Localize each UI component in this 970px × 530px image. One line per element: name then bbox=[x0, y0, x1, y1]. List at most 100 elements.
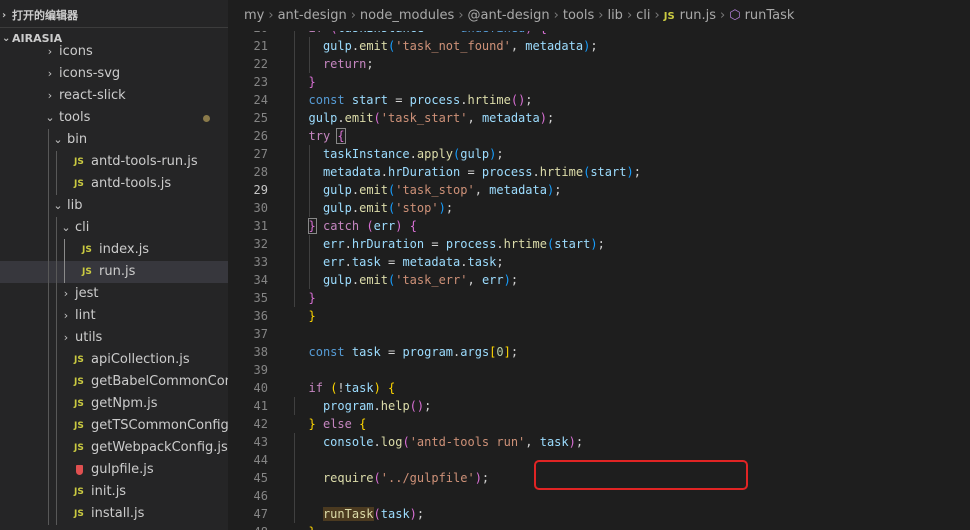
indent-guide bbox=[294, 199, 295, 217]
indent-guide bbox=[294, 181, 295, 199]
code-area[interactable]: 20if (taskInstance === undefined) {21 gu… bbox=[228, 19, 970, 530]
js-file-icon: JS bbox=[74, 355, 84, 365]
breadcrumb-item[interactable]: lib bbox=[607, 8, 622, 23]
tree-file-item[interactable]: gulpfile.js bbox=[0, 459, 228, 481]
tree-file-item[interactable]: JS getTSCommonConfig.js bbox=[0, 415, 228, 437]
line-number: 31 bbox=[253, 219, 268, 233]
tree-folder-item[interactable]: › icons bbox=[0, 41, 228, 63]
indent-guide bbox=[48, 415, 49, 437]
code-text: } bbox=[308, 309, 316, 323]
tree-item-label: install.js bbox=[91, 506, 145, 521]
chevron-right-icon: › bbox=[63, 331, 69, 344]
tree-folder-item[interactable]: ⌄ cli bbox=[0, 217, 228, 239]
indent-guide bbox=[294, 55, 295, 73]
code-line[interactable]: 42} else { bbox=[228, 415, 970, 433]
tree-folder-item[interactable]: › lint bbox=[0, 305, 228, 327]
code-line[interactable]: 23} bbox=[228, 73, 970, 91]
tree-folder-item[interactable]: ⌄ bin bbox=[0, 129, 228, 151]
line-number: 43 bbox=[253, 435, 268, 449]
code-line[interactable]: 47 runTask(task); bbox=[228, 505, 970, 523]
code-line[interactable]: 35} bbox=[228, 289, 970, 307]
tree-folder-item[interactable]: › jest bbox=[0, 283, 228, 305]
code-line[interactable]: 33 err.task = metadata.task; bbox=[228, 253, 970, 271]
tree-file-item[interactable]: JS index.js bbox=[0, 239, 228, 261]
line-number: 40 bbox=[253, 381, 268, 395]
tree-file-item[interactable]: JS antd-tools-run.js bbox=[0, 151, 228, 173]
open-editors-section[interactable]: › 打开的编辑器 bbox=[0, 5, 228, 27]
code-line[interactable]: 29 gulp.emit('task_stop', metadata); bbox=[228, 181, 970, 199]
breadcrumb-item[interactable]: node_modules bbox=[360, 8, 454, 23]
chevron-down-icon: ⌄ bbox=[45, 111, 55, 124]
line-number: 27 bbox=[253, 147, 268, 161]
tree-file-item[interactable]: JS antd-tools.js bbox=[0, 173, 228, 195]
code-line[interactable]: 34 gulp.emit('task_err', err); bbox=[228, 271, 970, 289]
code-line[interactable]: 40 if (!task) { bbox=[228, 379, 970, 397]
indent-guide bbox=[56, 283, 57, 305]
indent-guide bbox=[48, 327, 49, 349]
breadcrumb-symbol[interactable]: runTask bbox=[745, 8, 795, 23]
code-line[interactable]: 24 const start = process.hrtime(); bbox=[228, 91, 970, 109]
code-line[interactable]: 28 metadata.hrDuration = process.hrtime(… bbox=[228, 163, 970, 181]
line-number: 44 bbox=[253, 453, 268, 467]
chevron-right-icon: › bbox=[350, 8, 356, 23]
breadcrumb-item[interactable]: tools bbox=[563, 8, 594, 23]
code-line[interactable]: 32 err.hrDuration = process.hrtime(start… bbox=[228, 235, 970, 253]
breadcrumb-item[interactable]: cli bbox=[636, 8, 650, 23]
line-number: 36 bbox=[253, 309, 268, 323]
tree-folder-item[interactable]: ⌄ tools bbox=[0, 107, 228, 129]
tree-file-item[interactable]: JS install.js bbox=[0, 503, 228, 525]
line-number: 21 bbox=[253, 39, 268, 53]
tree-folder-item[interactable]: › utils bbox=[0, 327, 228, 349]
tree-file-item[interactable]: JS getBabelCommonConfi... bbox=[0, 371, 228, 393]
line-number: 42 bbox=[253, 417, 268, 431]
code-line[interactable]: 26 try { bbox=[228, 127, 970, 145]
chevron-down-icon: ⌄ bbox=[53, 199, 63, 212]
tree-folder-item[interactable]: ⌄ lib bbox=[0, 195, 228, 217]
code-line[interactable]: 37 bbox=[228, 325, 970, 343]
code-line[interactable]: 31} catch (err) { bbox=[228, 217, 970, 235]
indent-guide bbox=[48, 371, 49, 393]
code-line[interactable]: 30 gulp.emit('stop'); bbox=[228, 199, 970, 217]
code-line[interactable]: 21 gulp.emit('task_not_found', metadata)… bbox=[228, 37, 970, 55]
indent-guide bbox=[56, 415, 57, 437]
indent-guide bbox=[294, 397, 295, 415]
breadcrumb-item[interactable]: my bbox=[244, 8, 264, 23]
line-number: 35 bbox=[253, 291, 268, 305]
code-line[interactable]: 36} bbox=[228, 307, 970, 325]
breadcrumb-file[interactable]: run.js bbox=[680, 8, 716, 23]
tree-file-item[interactable]: JS getWebpackConfig.js bbox=[0, 437, 228, 459]
tree-folder-item[interactable]: › icons-svg bbox=[0, 63, 228, 85]
line-number: 47 bbox=[253, 507, 268, 521]
indent-guide bbox=[64, 261, 65, 283]
line-number: 45 bbox=[253, 471, 268, 485]
tree-item-label: antd-tools-run.js bbox=[91, 154, 198, 169]
tree-item-label: bin bbox=[67, 132, 88, 147]
js-file-icon: JS bbox=[74, 377, 84, 387]
code-line[interactable]: 41 program.help(); bbox=[228, 397, 970, 415]
code-line[interactable]: 39 bbox=[228, 361, 970, 379]
code-line[interactable]: 38 const task = program.args[0]; bbox=[228, 343, 970, 361]
code-line[interactable]: 22 return; bbox=[228, 55, 970, 73]
code-line[interactable]: 25 gulp.emit('task_start', metadata); bbox=[228, 109, 970, 127]
tree-folder-item[interactable]: › react-slick bbox=[0, 85, 228, 107]
breadcrumb-item[interactable]: ant-design bbox=[278, 8, 347, 23]
breadcrumb-item[interactable]: @ant-design bbox=[468, 8, 550, 23]
code-line[interactable]: 27 taskInstance.apply(gulp); bbox=[228, 145, 970, 163]
indent-guide bbox=[56, 437, 57, 459]
js-file-icon: JS bbox=[74, 157, 84, 167]
line-number: 46 bbox=[253, 489, 268, 503]
tree-file-item[interactable]: JS apiCollection.js bbox=[0, 349, 228, 371]
tree-file-item[interactable]: JS getNpm.js bbox=[0, 393, 228, 415]
indent-guide bbox=[294, 163, 295, 181]
js-file-icon: JS bbox=[82, 267, 92, 277]
tree-item-label: run.js bbox=[99, 264, 136, 279]
tree-item-label: jest bbox=[75, 286, 99, 301]
editor-pane[interactable]: my › ant-design › node_modules › @ant-design › t… bbox=[228, 0, 970, 530]
code-line[interactable]: 43 console.log('antd-tools run', task); bbox=[228, 433, 970, 451]
chevron-right-icon: › bbox=[63, 287, 69, 300]
tree-item-label: tools bbox=[59, 110, 91, 125]
tree-file-item[interactable]: JS run.js bbox=[0, 261, 228, 283]
code-line[interactable]: 48} bbox=[228, 523, 970, 530]
tree-file-item[interactable]: JS init.js bbox=[0, 481, 228, 503]
explorer-sidebar: › 打开的编辑器 ⌄ AIRASIA › icons › icons-svg › reac… bbox=[0, 0, 228, 530]
